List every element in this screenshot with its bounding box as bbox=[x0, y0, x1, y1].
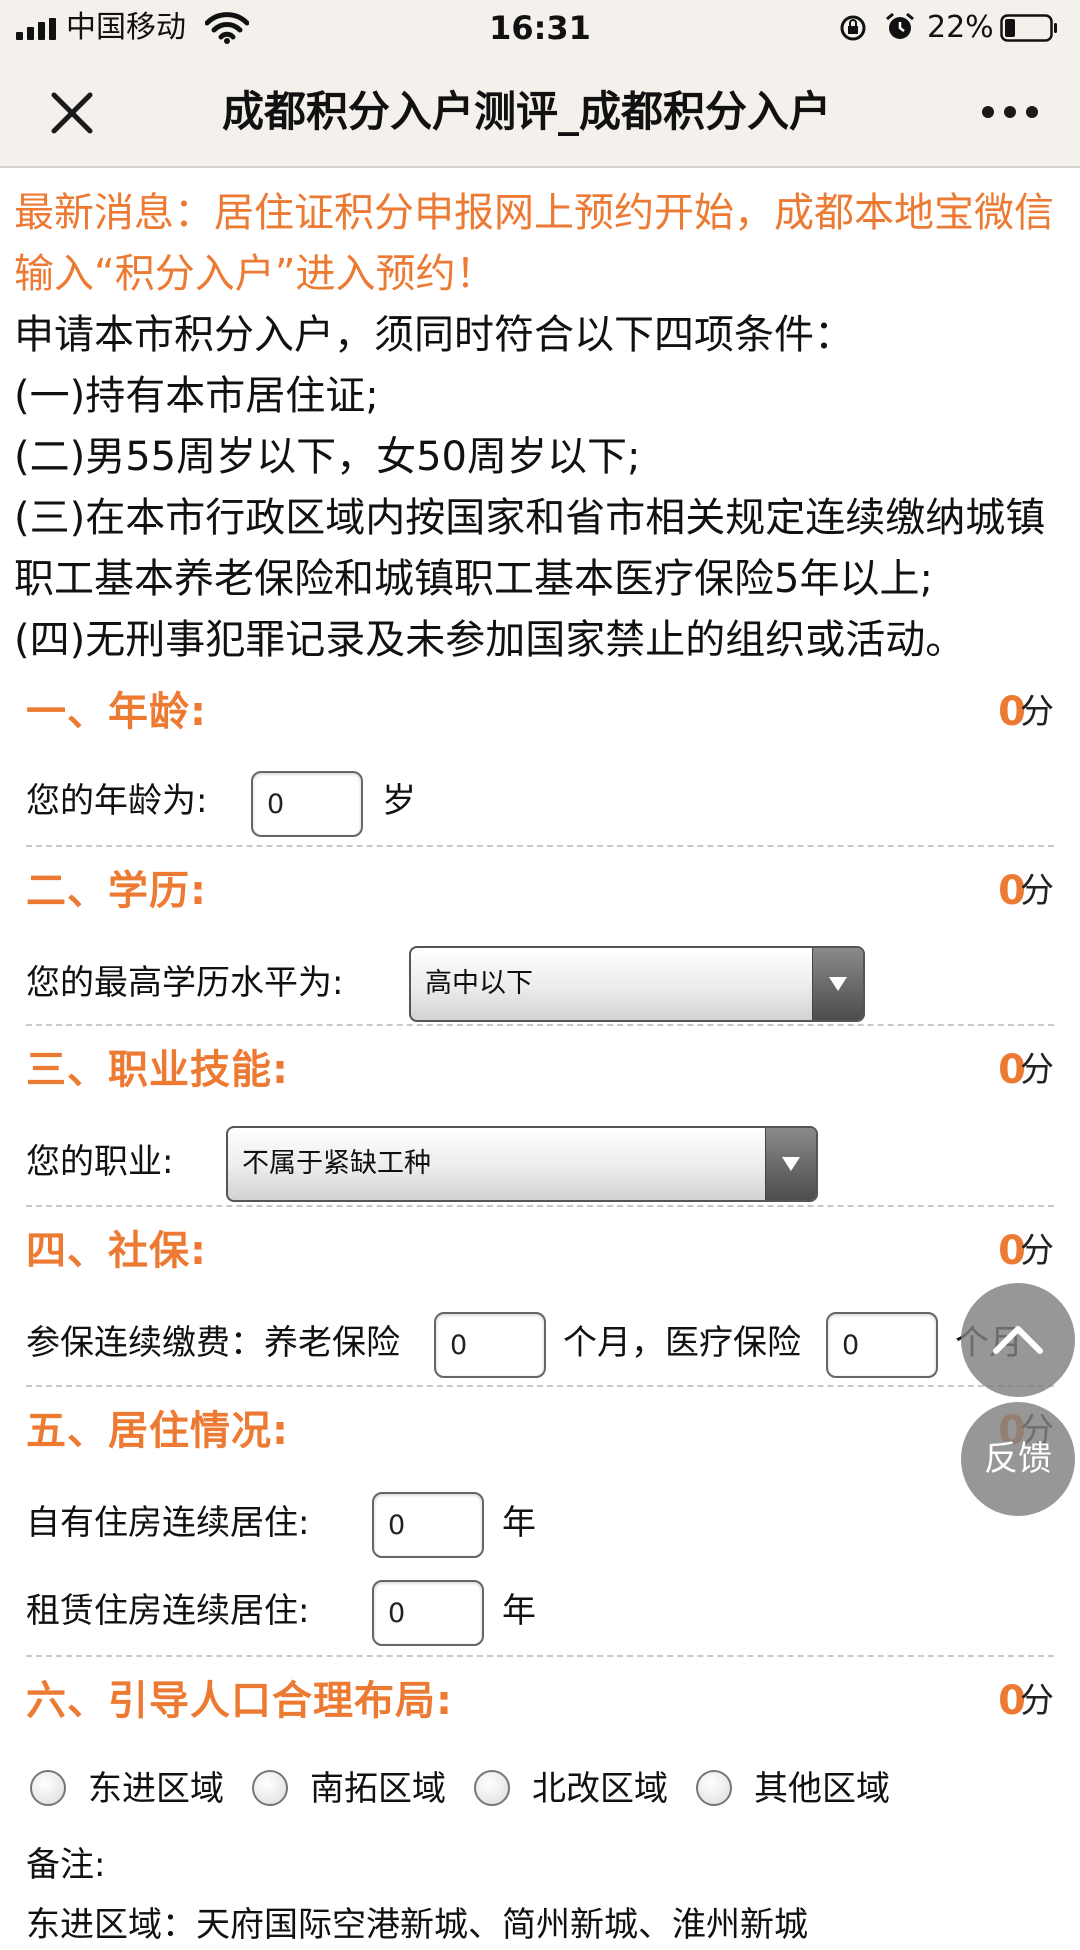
radio-label: 其他区域 bbox=[754, 1769, 890, 1809]
radio-button[interactable] bbox=[474, 1770, 510, 1806]
medical-label: 个月，医疗保险 bbox=[563, 1323, 801, 1363]
section-title: 三、职业技能: bbox=[26, 1047, 289, 1093]
section-education-header: 二、学历: 0 分 bbox=[26, 861, 1054, 921]
section-social-header: 四、社保: 0 分 bbox=[26, 1221, 1054, 1281]
more-icon[interactable] bbox=[972, 84, 1048, 140]
radio-label: 南拓区域 bbox=[310, 1769, 446, 1809]
radio-label: 东进区域 bbox=[88, 1769, 224, 1809]
divider bbox=[26, 1205, 1054, 1207]
conditions-intro: 申请本市积分入户，须同时符合以下四项条件： bbox=[14, 312, 854, 358]
page-title: 成都积分入户测评_成都积分入户 bbox=[222, 87, 832, 136]
radio-button[interactable] bbox=[252, 1770, 288, 1806]
dropdown-button[interactable] bbox=[812, 948, 863, 1020]
triangle-down-icon bbox=[829, 977, 847, 991]
occupation-select[interactable]: 不属于紧缺工种 bbox=[226, 1126, 818, 1202]
note-label: 备注: bbox=[26, 1845, 106, 1885]
close-icon[interactable] bbox=[40, 81, 104, 145]
rental-housing-label: 租赁住房连续居住: bbox=[26, 1591, 310, 1631]
score-unit: 分 bbox=[1020, 871, 1054, 911]
section-residence-header: 五、居住情况: 0 分 bbox=[26, 1401, 1054, 1461]
radio-button[interactable] bbox=[696, 1770, 732, 1806]
condition-3: (三)在本市行政区域内按国家和省市相关规定连续缴纳城镇职工基本养老保险和城镇职工… bbox=[14, 495, 1046, 602]
alarm-icon bbox=[886, 12, 914, 39]
score-unit: 分 bbox=[1020, 692, 1054, 732]
divider bbox=[26, 1655, 1054, 1657]
section-title: 二、学历: bbox=[26, 868, 207, 914]
section-age-header: 一、年龄: 0 分 bbox=[26, 682, 1054, 742]
region-radio-group: 东进区域 南拓区域 北改区域 其他区域 bbox=[26, 1762, 1056, 1818]
dropdown-button[interactable] bbox=[765, 1128, 816, 1200]
news-message: 最新消息：居住证积分申报网上预约开始，成都本地宝微信输入“积分入户”进入预约！ bbox=[14, 190, 1054, 297]
section-title: 一、年龄: bbox=[26, 689, 207, 735]
condition-1: (一)持有本市居住证; bbox=[14, 373, 379, 419]
condition-4: (四)无刑事犯罪记录及未参加国家禁止的组织或活动。 bbox=[14, 617, 966, 663]
own-housing-label: 自有住房连续居住: bbox=[26, 1503, 310, 1543]
note-text: 东进区域：天府国际空港新城、简州新城、淮州新城 bbox=[26, 1905, 808, 1945]
divider bbox=[26, 1024, 1054, 1026]
notice-block: 最新消息：居住证积分申报网上预约开始，成都本地宝微信输入“积分入户”进入预约！ … bbox=[14, 183, 1070, 671]
score-unit: 分 bbox=[1020, 1231, 1054, 1271]
feedback-button[interactable]: 反馈 bbox=[961, 1402, 1075, 1516]
education-selected: 高中以下 bbox=[425, 968, 533, 999]
scroll-top-button[interactable] bbox=[961, 1283, 1075, 1397]
status-bar: 中国移动 16:31 22% bbox=[0, 0, 1080, 56]
feedback-label: 反馈 bbox=[984, 1439, 1052, 1479]
section-layout-header: 六、引导人口合理布局: 0 分 bbox=[26, 1671, 1054, 1731]
status-time: 16:31 bbox=[489, 9, 591, 47]
rental-housing-unit: 年 bbox=[502, 1591, 536, 1631]
age-label: 您的年龄为: bbox=[26, 781, 208, 821]
divider bbox=[26, 1385, 1054, 1387]
rental-housing-years-input[interactable] bbox=[372, 1580, 484, 1646]
triangle-down-icon bbox=[782, 1157, 800, 1171]
own-housing-years-input[interactable] bbox=[372, 1492, 484, 1558]
age-unit: 岁 bbox=[382, 781, 416, 821]
nav-bar: 成都积分入户测评_成都积分入户 bbox=[0, 56, 1080, 168]
medical-months-input[interactable] bbox=[826, 1312, 938, 1378]
score-unit: 分 bbox=[1020, 1681, 1054, 1721]
occupation-selected: 不属于紧缺工种 bbox=[242, 1148, 431, 1179]
section-title: 六、引导人口合理布局: bbox=[26, 1678, 453, 1724]
section-title: 四、社保: bbox=[26, 1228, 207, 1274]
battery-percent: 22% bbox=[927, 10, 994, 45]
insurance-label: 参保连续缴费：养老保险 bbox=[26, 1323, 400, 1363]
education-label: 您的最高学历水平为: bbox=[26, 963, 344, 1003]
section-skill-header: 三、职业技能: 0 分 bbox=[26, 1040, 1054, 1100]
divider bbox=[26, 845, 1054, 847]
score-unit: 分 bbox=[1020, 1050, 1054, 1090]
education-select[interactable]: 高中以下 bbox=[409, 946, 865, 1022]
radio-button[interactable] bbox=[30, 1770, 66, 1806]
section-title: 五、居住情况: bbox=[26, 1408, 289, 1454]
battery-icon bbox=[1000, 14, 1057, 42]
rotation-lock-icon bbox=[840, 15, 866, 41]
pension-months-input[interactable] bbox=[434, 1312, 546, 1378]
radio-label: 北改区域 bbox=[532, 1769, 668, 1809]
occupation-label: 您的职业: bbox=[26, 1142, 174, 1182]
chevron-up-icon bbox=[993, 1326, 1043, 1354]
age-input[interactable] bbox=[251, 771, 363, 837]
own-housing-unit: 年 bbox=[502, 1503, 536, 1543]
condition-2: (二)男55周岁以下，女50周岁以下; bbox=[14, 434, 641, 480]
